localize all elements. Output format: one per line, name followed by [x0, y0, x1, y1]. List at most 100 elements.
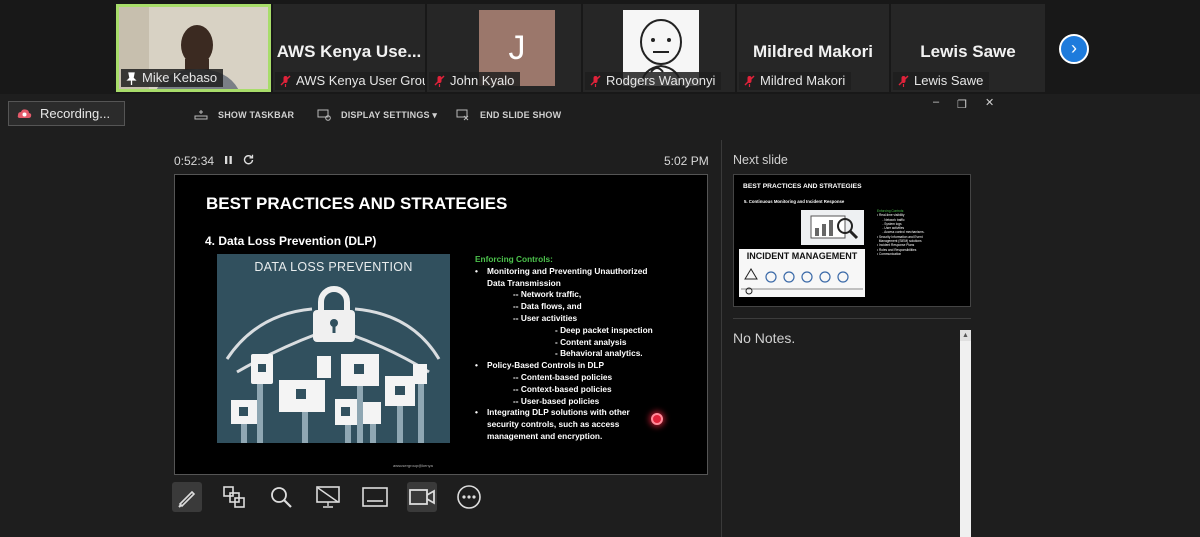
- taskbar-icon: [194, 110, 208, 120]
- camera-button[interactable]: [407, 482, 437, 512]
- subtitles-icon: [362, 487, 388, 507]
- pause-timer-button[interactable]: [224, 154, 233, 168]
- participant-tile-mildred[interactable]: Mildred Makori Mildred Makori: [737, 4, 889, 92]
- controls-line: Data Transmission: [487, 277, 561, 288]
- pen-icon: [178, 490, 196, 508]
- close-icon: ✕: [985, 97, 995, 109]
- muted-mic-icon: [434, 75, 445, 87]
- see-all-slides-button[interactable]: [219, 482, 249, 512]
- participant-tile-mike[interactable]: Mike Kebaso: [116, 4, 271, 92]
- pin-icon: [126, 71, 137, 85]
- next-slide-line: • Communication: [877, 251, 902, 256]
- restart-timer-button[interactable]: [243, 154, 254, 168]
- controls-line: Policy-Based Controls in DLP: [475, 360, 700, 372]
- restore-icon: ❐: [957, 99, 967, 111]
- pane-divider[interactable]: [721, 140, 722, 537]
- elapsed-time: 0:52:34: [174, 154, 215, 168]
- recording-indicator[interactable]: Recording...: [8, 101, 125, 126]
- slides-grid-icon: [223, 486, 245, 508]
- minimize-button[interactable]: –: [933, 96, 939, 108]
- next-slide-title: BEST PRACTICES AND STRATEGIES: [743, 183, 862, 190]
- close-button[interactable]: ✕: [985, 96, 994, 109]
- slide-subtitle: 4. Data Loss Prevention (DLP): [205, 234, 377, 248]
- camera-icon: [409, 489, 435, 505]
- black-screen-button[interactable]: [313, 482, 343, 512]
- controls-line: -- Network traffic,: [513, 289, 582, 300]
- next-slide-preview[interactable]: BEST PRACTICES AND STRATEGIES 5. Continu…: [733, 174, 971, 307]
- slide-footer: awsusergroup@kenya: [393, 463, 433, 468]
- controls-list: Monitoring and Preventing UnauthorizedDa…: [475, 266, 700, 443]
- black-screen-icon: [316, 486, 340, 508]
- participant-tile-aws-kenya[interactable]: AWS Kenya Use... AWS Kenya User Group: [273, 4, 425, 92]
- end-show-icon: [456, 109, 469, 121]
- participant-display-name: Lewis Sawe: [920, 42, 1016, 61]
- pen-tool-button[interactable]: [172, 482, 202, 512]
- scroll-up-button[interactable]: ▲: [960, 330, 971, 341]
- participant-name: John Kyalo: [429, 72, 521, 90]
- subtitles-button[interactable]: [360, 482, 390, 512]
- next-participants-button[interactable]: ›: [1059, 34, 1089, 64]
- controls-line: Monitoring and Preventing Unauthorized: [475, 266, 700, 278]
- notes-separator: [733, 318, 971, 319]
- incident-steps-icon: [741, 268, 863, 295]
- notes-scrollbar[interactable]: [960, 330, 971, 537]
- laser-pointer: [651, 413, 663, 425]
- muted-mic-icon: [590, 75, 601, 87]
- end-slide-show-button[interactable]: END SLIDE SHOW: [456, 104, 561, 126]
- muted-mic-icon: [744, 75, 755, 87]
- participant-display-name: Mildred Makori: [753, 42, 873, 61]
- participant-tile-lewis[interactable]: Lewis Sawe Lewis Sawe: [891, 4, 1045, 92]
- dlp-illustration: DATA LOSS PREVENTION: [217, 254, 450, 443]
- current-slide[interactable]: BEST PRACTICES AND STRATEGIES 4. Data Lo…: [174, 174, 708, 475]
- controls-line: -- Content-based policies: [513, 371, 613, 382]
- speaker-notes[interactable]: No Notes.: [733, 330, 795, 346]
- slide-title: BEST PRACTICES AND STRATEGIES: [206, 194, 508, 213]
- incident-management-illustration: INCIDENT MANAGEMENT: [739, 249, 865, 297]
- chevron-up-icon: ▲: [962, 332, 969, 339]
- participant-name: Mike Kebaso: [121, 69, 224, 87]
- controls-line: security controls, such as access: [487, 419, 620, 430]
- muted-mic-icon: [898, 75, 909, 87]
- participant-name: Lewis Sawe: [893, 72, 990, 90]
- more-icon: [457, 485, 481, 509]
- controls-line: - Content analysis: [555, 336, 627, 347]
- next-slide-label: Next slide: [733, 153, 788, 167]
- slide-timer: 0:52:34: [174, 154, 254, 168]
- display-settings-icon: [317, 109, 331, 121]
- next-slide-subtitle: 5. Continuous Monitoring and Incident Re…: [744, 199, 845, 204]
- controls-line: -- Context-based policies: [513, 383, 612, 394]
- padlock-chains-graphic: [225, 286, 441, 443]
- participant-name: Rodgers Wanyonyi: [585, 72, 722, 90]
- presenter-window: Mike Kebaso AWS Kenya Use... AWS Kenya U…: [0, 0, 1200, 537]
- controls-line: Integrating DLP solutions with other: [475, 407, 700, 419]
- muted-mic-icon: [280, 75, 291, 87]
- magnifier-chart-icon: [801, 210, 864, 245]
- slide-tools: [172, 482, 484, 512]
- participant-tile-rodgers[interactable]: Rodgers Wanyonyi: [583, 4, 735, 92]
- more-options-button[interactable]: [454, 482, 484, 512]
- controls-line: - Deep packet inspection: [555, 324, 653, 335]
- controls-line: - Behavioral analytics.: [555, 348, 643, 359]
- restore-button[interactable]: ❐: [957, 98, 967, 111]
- next-slide-list: Enforcing Controls: • Real-time visibilit…: [877, 209, 969, 256]
- participant-tile-john[interactable]: J John Kyalo: [427, 4, 581, 92]
- controls-line: -- Data flows, and: [513, 301, 582, 312]
- chevron-right-icon: ›: [1071, 38, 1077, 58]
- minimize-icon: –: [933, 96, 940, 108]
- controls-line: -- User-based policies: [513, 395, 600, 406]
- pause-icon: [225, 156, 232, 164]
- enforcing-controls-text: Enforcing Controls: Monitoring and Preve…: [475, 254, 700, 443]
- zoom-icon: [271, 487, 292, 508]
- controls-heading: Enforcing Controls:: [475, 254, 553, 264]
- show-taskbar-button[interactable]: SHOW TASKBAR: [194, 104, 294, 126]
- participant-name: Mildred Makori: [739, 72, 852, 90]
- current-time: 5:02 PM: [664, 154, 709, 168]
- participant-name: AWS Kenya User Group: [275, 72, 425, 90]
- recording-label: Recording...: [40, 106, 111, 121]
- display-settings-button[interactable]: DISPLAY SETTINGS ▾: [317, 104, 437, 126]
- monitoring-illustration: [801, 210, 864, 245]
- controls-line: -- User activities: [513, 312, 578, 323]
- cloud-recording-icon: [17, 108, 32, 118]
- participant-display-name: AWS Kenya Use...: [276, 42, 422, 61]
- zoom-button[interactable]: [266, 482, 296, 512]
